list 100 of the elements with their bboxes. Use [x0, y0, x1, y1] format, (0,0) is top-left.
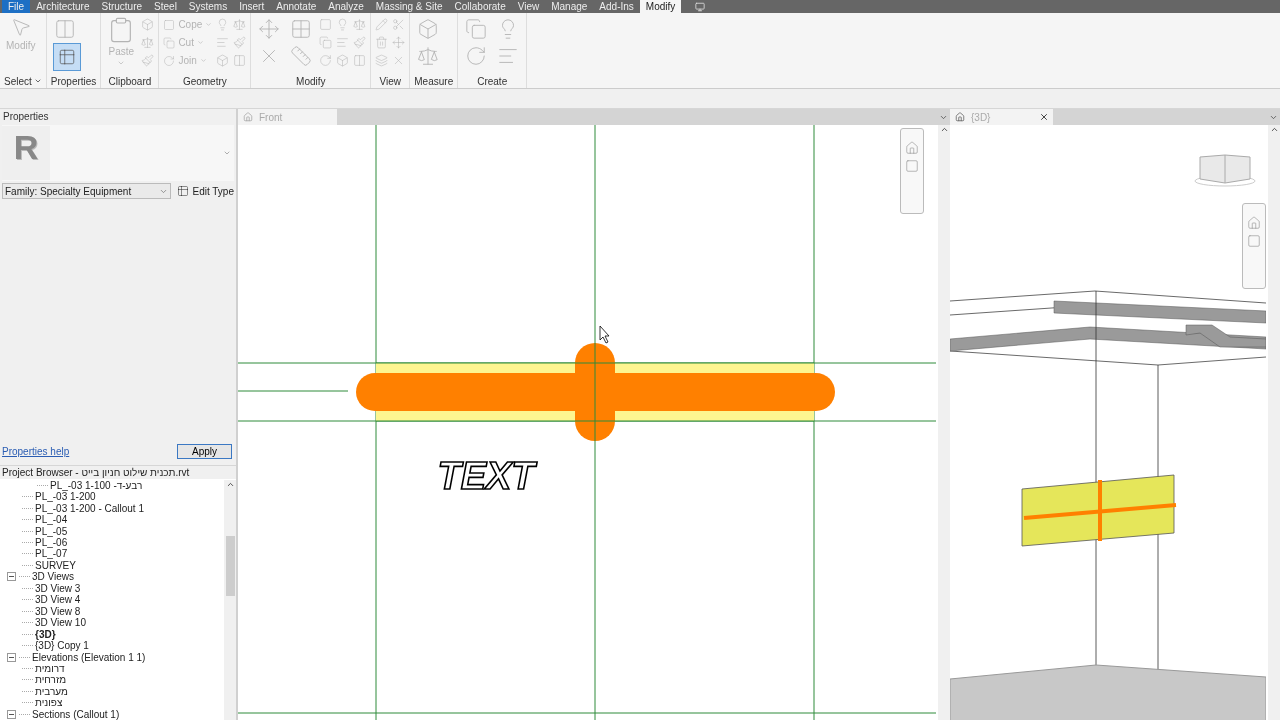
ribbon-tab[interactable]: Insert [233, 0, 271, 13]
house-icon [955, 112, 965, 122]
browser-item[interactable]: 3D View 3 [35, 582, 81, 594]
scrollbar[interactable] [1268, 125, 1280, 720]
panel-title: Properties [50, 75, 97, 87]
cube-icon [336, 54, 350, 67]
collapse-toggle[interactable] [7, 652, 16, 662]
trash-icon [375, 36, 389, 49]
move-icon [392, 36, 406, 49]
family-dropdown[interactable]: Family: Specialty Equipment [2, 183, 172, 199]
ribbon-tab[interactable]: Structure [95, 0, 149, 13]
edit-type-button[interactable]: Edit Type [177, 185, 234, 197]
square-icon [163, 18, 176, 31]
scroll-thumb[interactable] [225, 535, 235, 596]
family-logo: R [2, 126, 50, 180]
scale-icon [233, 18, 247, 31]
ribbon-tab[interactable]: Architecture [30, 0, 96, 13]
view-cube[interactable] [1194, 154, 1256, 187]
browser-item[interactable]: Sections (Callout 1) [32, 708, 120, 720]
browser-item[interactable]: 3D View 4 [35, 594, 81, 606]
browser-item[interactable]: PL_-04 [35, 514, 68, 526]
ribbon-tab[interactable]: Collaborate [448, 0, 512, 13]
browser-item[interactable]: מערבית [35, 685, 68, 697]
browser-item[interactable]: PL_-03 1-200 - Callout 1 [35, 502, 144, 514]
apply-button[interactable]: Apply [177, 443, 232, 459]
browser-item[interactable]: PL_-03 1-200 [35, 491, 96, 503]
browser-item[interactable]: PL_-03 1-100 -רבע-ד [50, 479, 143, 491]
house-icon [243, 112, 253, 122]
scrollbar[interactable] [938, 125, 950, 720]
panel-title: View [379, 75, 402, 87]
panel-title: Properties [2, 110, 50, 124]
panel-title: Select [4, 75, 32, 87]
caret-icon[interactable] [33, 77, 42, 85]
ribbon-tab[interactable]: Add-Ins [593, 0, 640, 13]
scissors-icon [392, 18, 406, 31]
browser-item[interactable]: PL_-07 [35, 548, 68, 560]
panel-title: Measure [414, 75, 454, 87]
mouse-cursor-icon [599, 325, 610, 344]
ribbon-tab[interactable]: Analyze [322, 0, 370, 13]
rotate-icon [465, 45, 488, 67]
brush-icon [353, 36, 367, 49]
browser-item[interactable]: 3D View 10 [35, 617, 86, 629]
ribbon-tab[interactable]: File [2, 0, 31, 13]
chevron-icon[interactable] [1269, 125, 1279, 134]
browser-item[interactable]: דרומית [35, 662, 65, 674]
copy-icon [319, 36, 333, 49]
browser-item[interactable]: PL_-06 [35, 537, 68, 548]
table-icon [57, 48, 76, 66]
cube-icon [141, 18, 155, 31]
ribbon-tab[interactable]: View [511, 0, 546, 13]
ruler-icon [290, 45, 313, 67]
ribbon-tab[interactable]: Annotate [270, 0, 323, 13]
browser-item[interactable]: 3D Views [32, 571, 75, 583]
properties-toggle[interactable] [52, 43, 81, 71]
ribbon-tab[interactable]: Massing & Site [369, 0, 449, 13]
browser-item[interactable]: 3D View 8 [35, 605, 81, 617]
square-icon [319, 18, 333, 31]
caret-icon[interactable] [223, 149, 231, 157]
cube-icon [417, 18, 440, 40]
columns-icon [353, 54, 367, 67]
scale-icon [141, 36, 155, 49]
grid-icon [290, 18, 313, 40]
table-icon [177, 185, 190, 197]
panel-title: Geometry [182, 75, 227, 87]
browser-item[interactable]: {3D} [35, 628, 56, 640]
panel-title: Project Browser - תכנית שילוט חניון בייט.rvt [0, 464, 236, 479]
browser-item[interactable]: PL_-05 [35, 525, 68, 537]
scrollbar[interactable] [224, 479, 236, 720]
ribbon-tab[interactable]: Systems [182, 0, 234, 13]
scale-icon [417, 45, 440, 67]
browser-item[interactable]: Elevations (Elevation 1 1) [32, 651, 146, 663]
align-icon [216, 36, 230, 49]
layers-icon [375, 54, 389, 67]
copy-icon [163, 36, 176, 49]
browser-item[interactable]: {3D} Copy 1 [35, 640, 89, 652]
navigation-bar[interactable] [1242, 203, 1266, 289]
close-icon[interactable] [1039, 112, 1049, 122]
panel-title: Clipboard [108, 75, 152, 87]
cube-icon [216, 54, 230, 67]
collapse-toggle[interactable] [7, 572, 16, 582]
align-icon [336, 36, 350, 49]
browser-item[interactable]: SURVEY [35, 559, 76, 571]
properties-help-link[interactable]: Properties help [2, 445, 70, 457]
chevron-icon[interactable] [939, 125, 949, 134]
pencil-icon [375, 18, 389, 31]
ribbon-tab[interactable]: Steel [148, 0, 183, 13]
brush-icon [141, 54, 155, 67]
rotate-icon [319, 54, 333, 67]
navigation-bar[interactable] [900, 128, 924, 214]
scale-icon [353, 18, 367, 31]
copy-icon [465, 18, 488, 40]
browser-item[interactable]: מזרחית [35, 674, 67, 686]
columns-icon [53, 18, 76, 40]
ribbon-tab[interactable]: Manage [545, 0, 594, 13]
panel-title: Modify [296, 75, 326, 87]
collapse-toggle[interactable] [7, 709, 16, 719]
ribbon-tab[interactable]: Modify [639, 0, 682, 13]
browser-item[interactable]: צפונית [35, 697, 63, 709]
screen-icon[interactable] [695, 0, 706, 13]
move-icon [258, 18, 281, 40]
